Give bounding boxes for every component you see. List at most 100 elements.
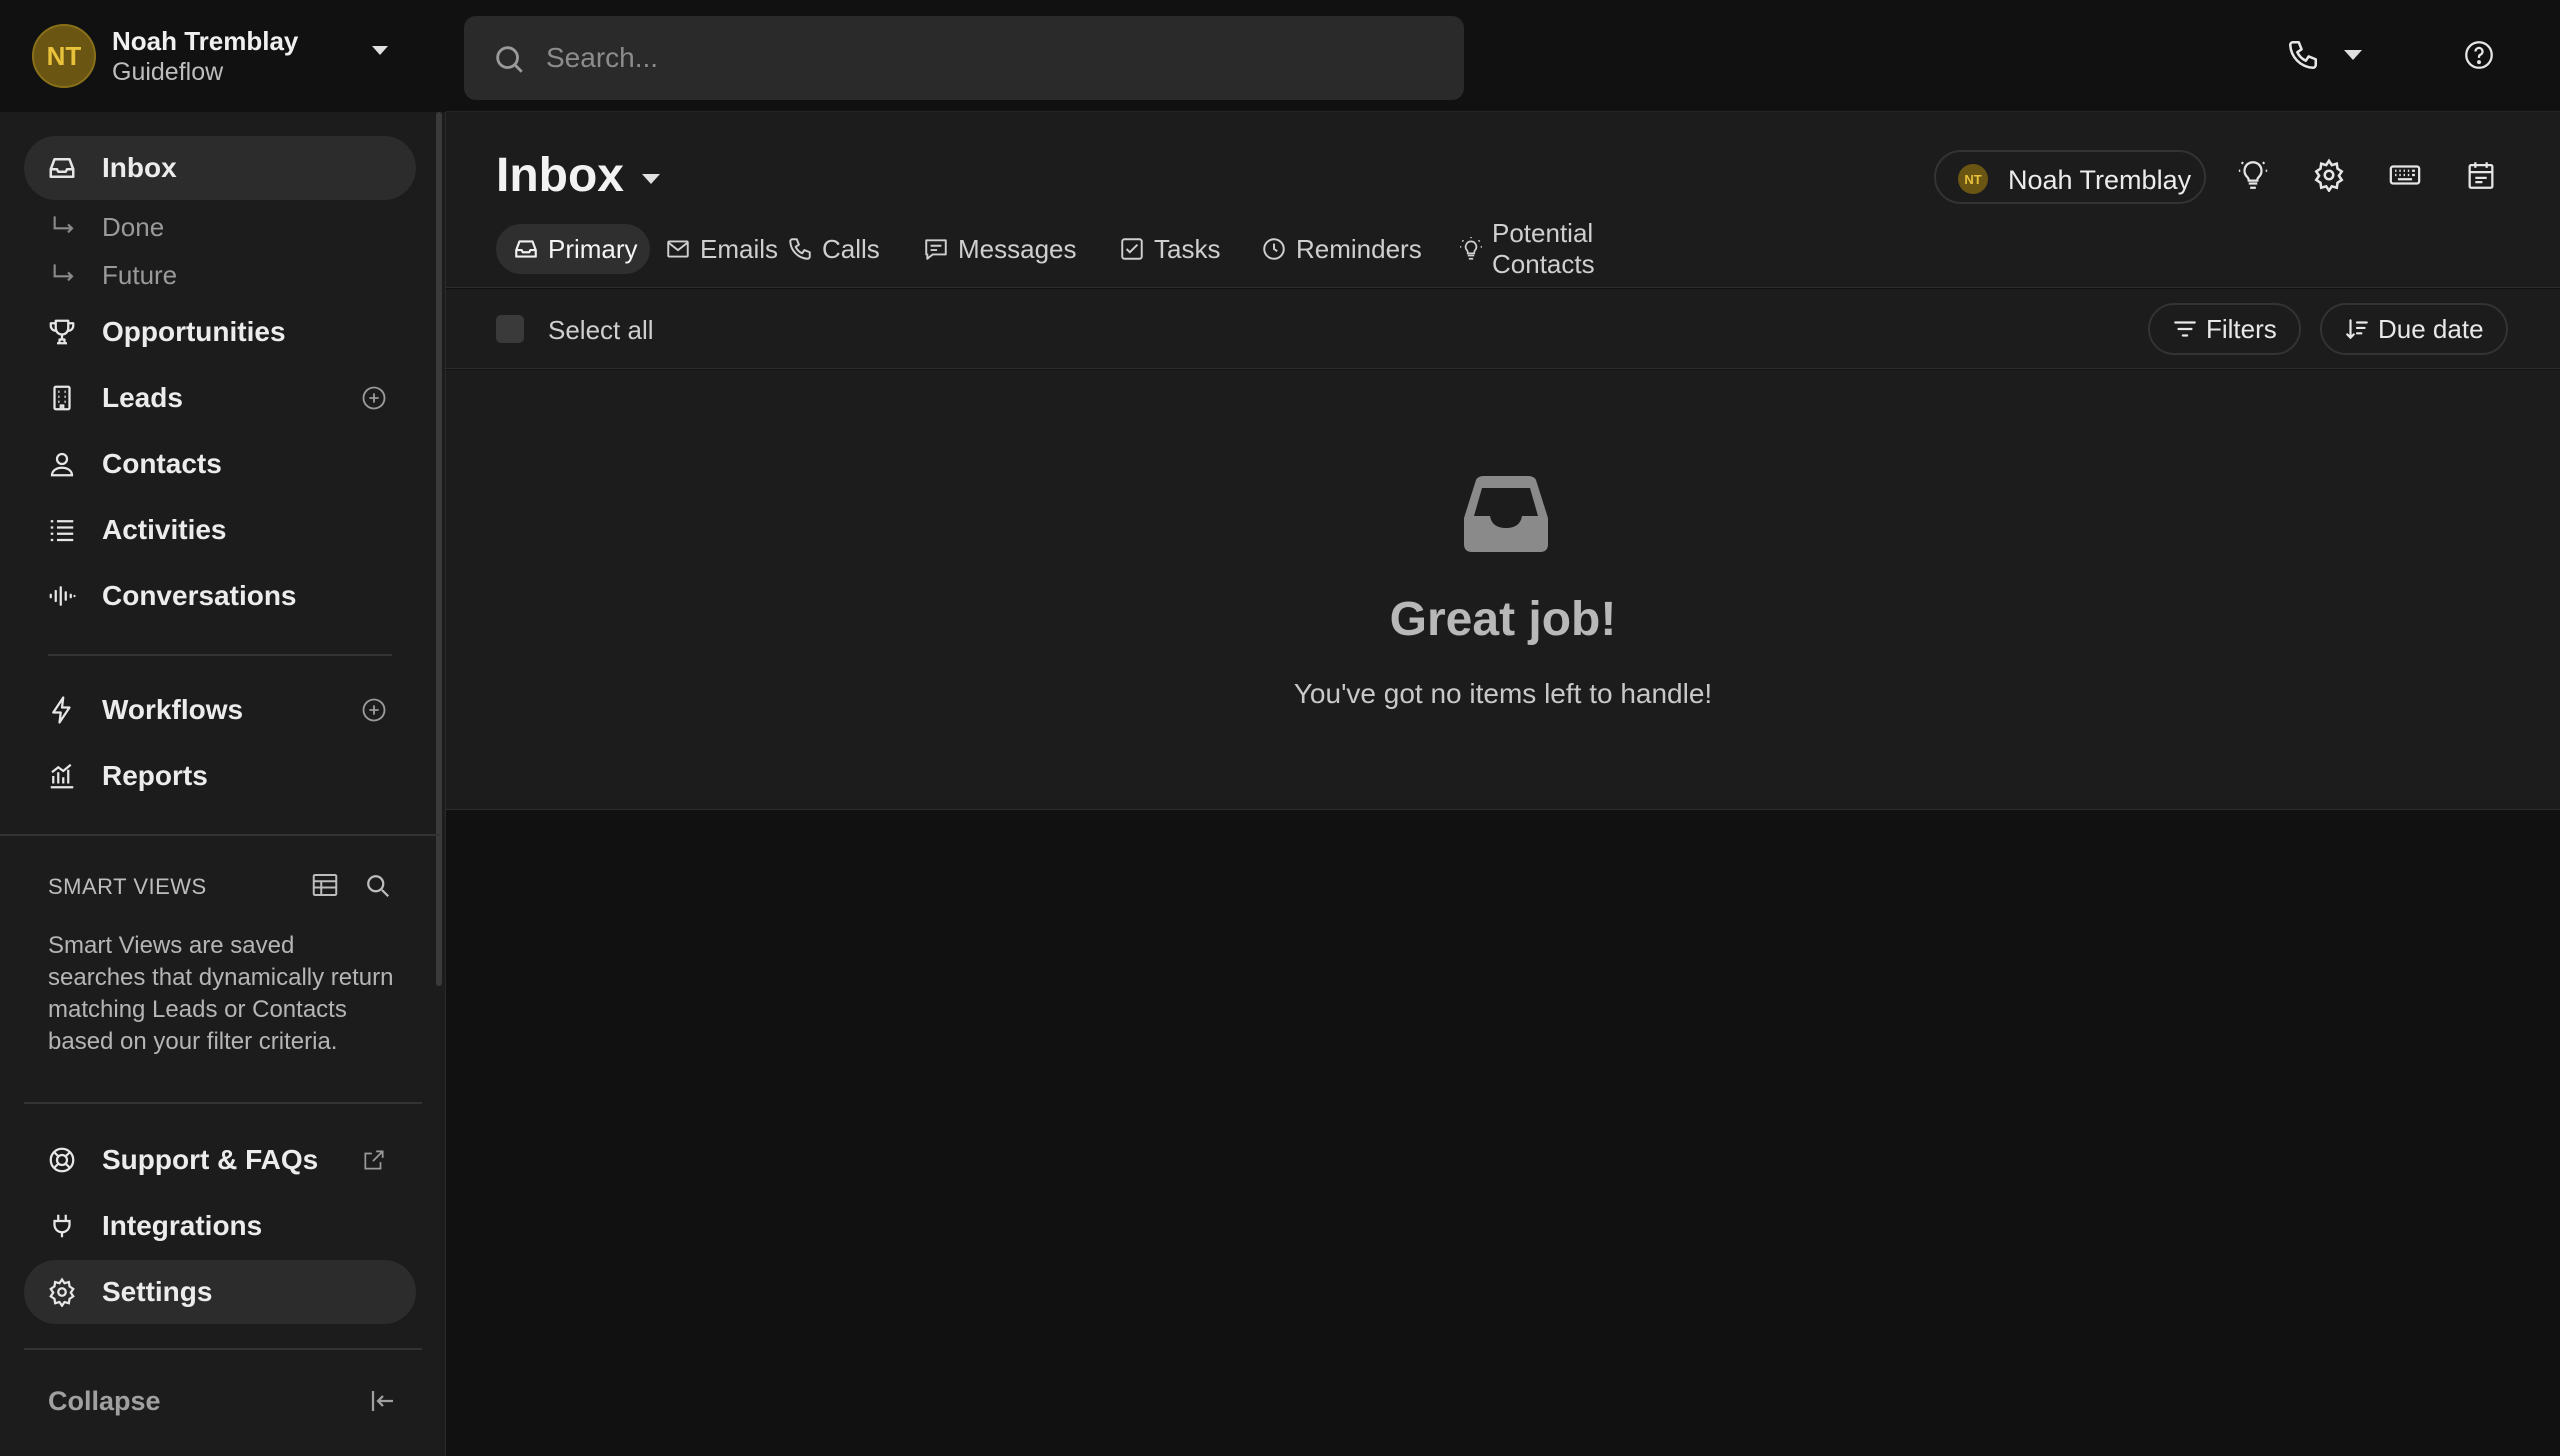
smart-views-description: Smart Views are saved searches that dyna…	[48, 932, 394, 1055]
sort-icon	[2344, 316, 2370, 342]
filters-button[interactable]: Filters	[2148, 303, 2301, 355]
keyboard-icon[interactable]	[2388, 158, 2422, 192]
tab-label: Potential Contacts	[1492, 218, 1595, 279]
tab-emails[interactable]: Emails	[664, 224, 778, 274]
sidebar-scrollbar[interactable]	[436, 112, 442, 986]
sidebar-item-label: Support & FAQs	[102, 1144, 319, 1175]
phone-menu-caret-icon[interactable]	[2344, 50, 2362, 60]
tab-primary[interactable]: Primary	[496, 224, 650, 274]
sidebar-item-integrations[interactable]: Integrations	[24, 1194, 416, 1258]
caret-down-icon[interactable]	[372, 46, 388, 55]
account-switcher[interactable]: NT Noah Tremblay Guideflow	[0, 0, 446, 112]
external-link-icon	[360, 1146, 388, 1174]
add-lead-icon[interactable]	[360, 384, 388, 412]
calendar-icon[interactable]	[2464, 158, 2498, 192]
plug-icon	[46, 1210, 78, 1242]
trophy-icon	[46, 316, 78, 348]
checkbox-icon	[1118, 235, 1146, 263]
sidebar-divider	[0, 834, 440, 836]
tab-potential-contacts[interactable]: Potential Contacts	[1458, 218, 1597, 279]
tab-tasks[interactable]: Tasks	[1118, 224, 1220, 274]
filters-label: Filters	[2206, 313, 2277, 344]
sidebar-item-label: Future	[102, 259, 178, 290]
sidebar-item-future[interactable]: Future	[48, 255, 177, 295]
sidebar-item-label: Inbox	[102, 152, 177, 183]
inbox-header: Inbox NT Noah Tremblay Primary Emails Ca…	[446, 112, 2560, 288]
collapse-button[interactable]: Collapse	[48, 1386, 161, 1417]
add-workflow-icon[interactable]	[360, 696, 388, 724]
tab-label: Reminders	[1296, 233, 1422, 264]
tab-messages[interactable]: Messages	[922, 224, 1077, 274]
search-icon	[492, 42, 526, 76]
inbox-icon	[46, 152, 78, 184]
sidebar-item-settings[interactable]: Settings	[24, 1260, 416, 1324]
sidebar-item-label: Activities	[102, 514, 227, 545]
inbox-icon	[512, 235, 540, 263]
tab-label: Primary	[548, 233, 638, 264]
sidebar-item-label: Done	[102, 211, 165, 242]
gear-icon[interactable]	[2312, 158, 2346, 193]
table-icon[interactable]	[310, 870, 342, 902]
sidebar-item-label: Workflows	[102, 694, 244, 725]
sort-button[interactable]: Due date	[2320, 303, 2508, 355]
owner-name: Noah Tremblay	[2008, 165, 2192, 195]
chart-icon	[46, 760, 78, 792]
corner-arrow-icon	[48, 259, 80, 291]
help-icon[interactable]	[2462, 38, 2496, 72]
empty-state-subtitle: You've got no items left to handle!	[1293, 678, 1713, 709]
avatar[interactable]: NT	[32, 24, 96, 88]
person-icon	[46, 448, 78, 480]
title-caret-down-icon[interactable]	[642, 174, 660, 184]
sidebar-item-label: Contacts	[102, 448, 222, 479]
mail-icon	[664, 235, 692, 263]
top-bar	[446, 0, 2560, 112]
search-input[interactable]	[546, 38, 1426, 78]
smart-views-title: SMART VIEWS	[48, 874, 207, 899]
sidebar-item-done[interactable]: Done	[48, 207, 164, 247]
sidebar-item-support[interactable]: Support & FAQs	[24, 1128, 416, 1192]
sidebar-item-workflows[interactable]: Workflows	[24, 678, 416, 742]
user-name: Noah Tremblay	[112, 26, 299, 56]
tab-label: Calls	[822, 233, 880, 264]
phone-icon	[786, 235, 814, 263]
sidebar-item-label: Leads	[102, 382, 183, 413]
tab-label: Messages	[958, 233, 1077, 264]
sidebar: NT Noah Tremblay Guideflow Inbox Done Fu…	[0, 0, 446, 1456]
select-all-label[interactable]: Select all	[548, 315, 654, 346]
corner-arrow-icon	[48, 211, 80, 243]
sidebar-item-contacts[interactable]: Contacts	[24, 432, 416, 496]
filter-icon	[2172, 316, 2198, 342]
tab-reminders[interactable]: Reminders	[1260, 224, 1422, 274]
page-title[interactable]: Inbox	[496, 148, 624, 203]
lightbulb-icon	[1458, 235, 1484, 263]
search-box[interactable]	[464, 16, 1464, 100]
lifebuoy-icon	[46, 1144, 78, 1176]
sidebar-item-opportunities[interactable]: Opportunities	[24, 300, 416, 364]
tab-label: Emails	[700, 233, 779, 264]
sidebar-divider	[24, 1102, 422, 1104]
sidebar-item-inbox[interactable]: Inbox	[24, 136, 416, 200]
select-all-checkbox[interactable]	[496, 315, 524, 343]
collapse-sidebar-icon[interactable]	[368, 1386, 400, 1418]
tab-calls[interactable]: Calls	[786, 224, 880, 274]
sidebar-item-leads[interactable]: Leads	[24, 366, 416, 430]
owner-filter-chip[interactable]: NT Noah Tremblay	[1934, 150, 2206, 204]
sidebar-item-activities[interactable]: Activities	[24, 498, 416, 562]
sidebar-item-label: Reports	[102, 760, 208, 791]
lightbulb-icon[interactable]	[2236, 158, 2270, 192]
phone-icon[interactable]	[2286, 38, 2320, 72]
sidebar-divider	[48, 654, 392, 656]
sidebar-item-label: Conversations	[102, 580, 297, 611]
gear-icon	[46, 1276, 78, 1308]
search-icon[interactable]	[362, 870, 394, 902]
lightning-icon	[46, 694, 78, 726]
sidebar-item-conversations[interactable]: Conversations	[24, 564, 416, 628]
inbox-tray-icon	[1462, 474, 1550, 554]
sidebar-item-label: Opportunities	[102, 316, 286, 347]
list-toolbar: Select all Filters Due date	[446, 289, 2560, 369]
sidebar-item-reports[interactable]: Reports	[24, 744, 416, 808]
tab-label: Tasks	[1154, 233, 1221, 264]
org-name: Guideflow	[112, 58, 224, 86]
empty-state-title: Great job!	[1389, 593, 1617, 646]
avatar: NT	[1958, 164, 1988, 194]
